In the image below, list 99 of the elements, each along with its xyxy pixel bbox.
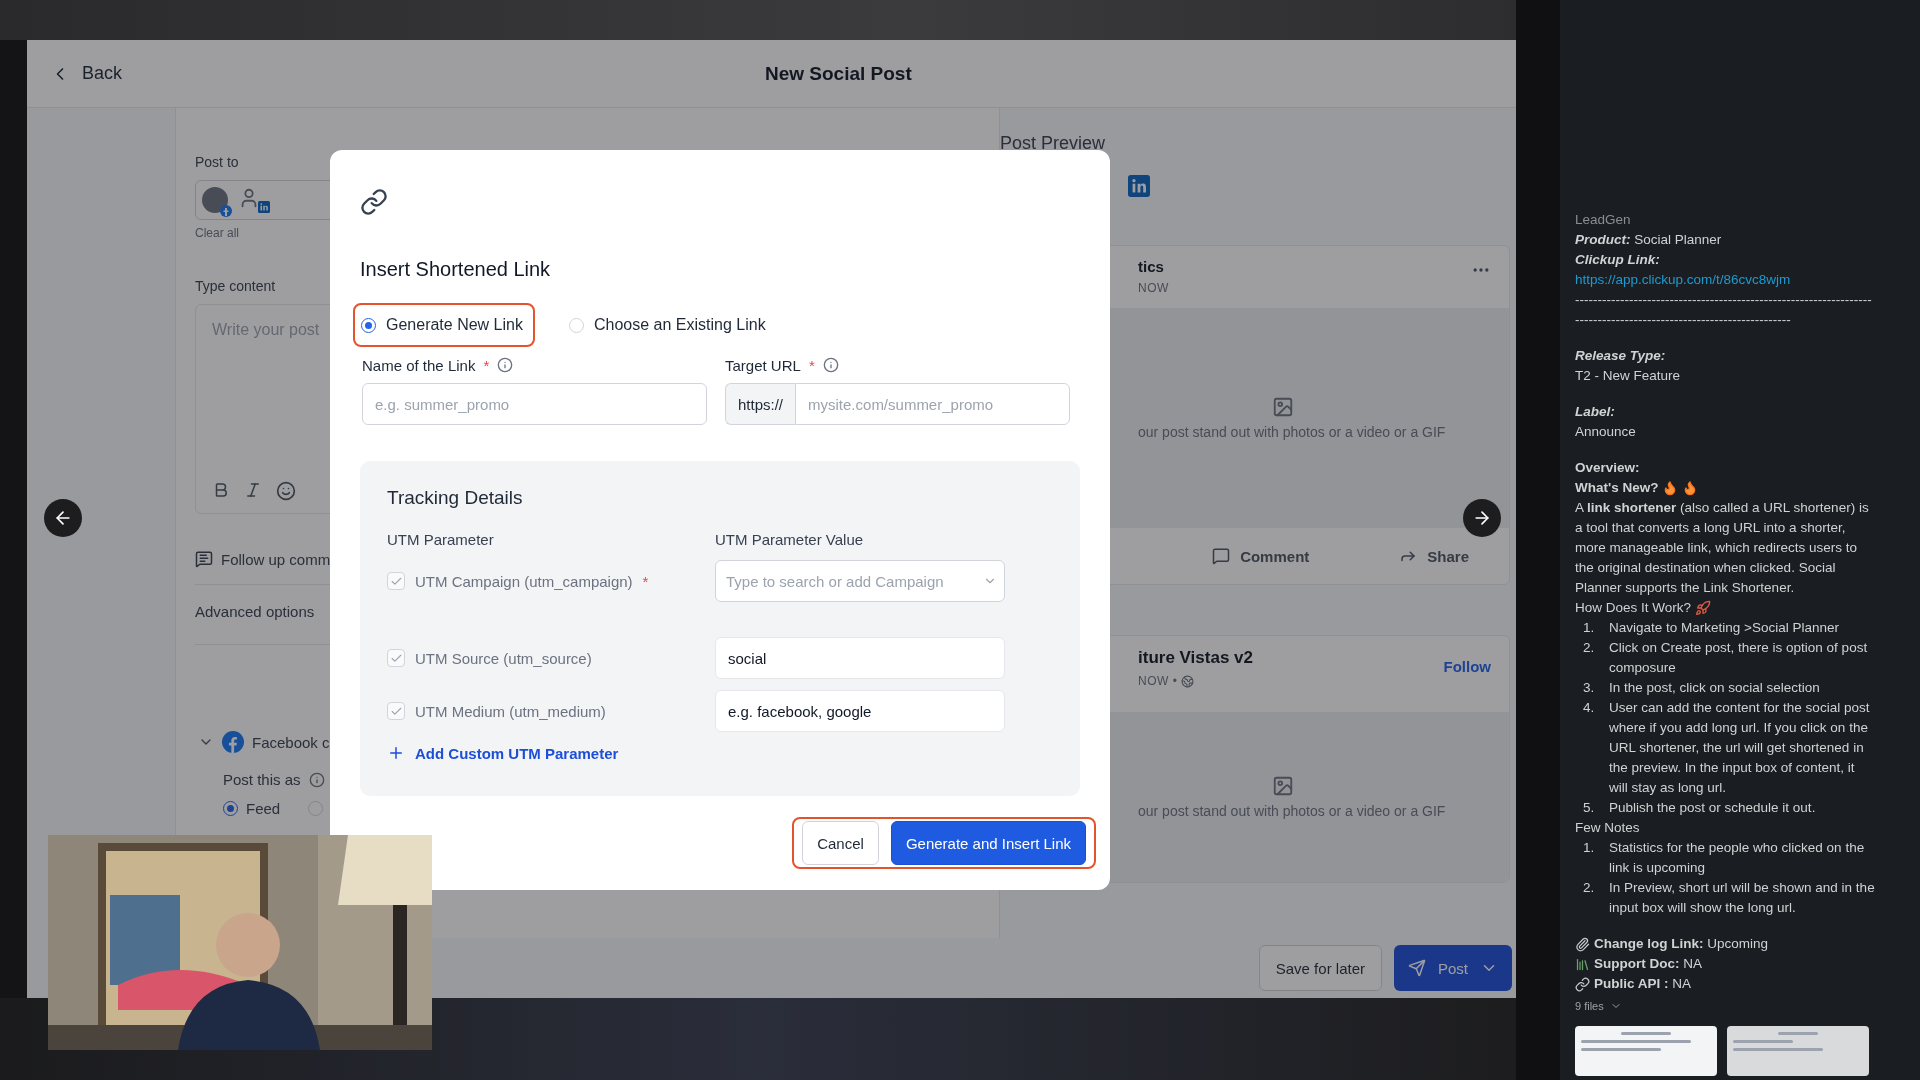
previous-button[interactable]	[44, 499, 82, 537]
list-text: In the post, click on social selection	[1609, 679, 1821, 697]
info-icon	[308, 771, 325, 788]
note-line: Clickup Link:	[1575, 251, 1661, 269]
list-text: Publish the post or schedule it out.	[1609, 799, 1817, 817]
post-time: NOW	[1138, 281, 1169, 295]
list-number: 4.	[1583, 699, 1596, 717]
generate-button[interactable]: Generate and Insert Link	[890, 821, 1086, 865]
note-line: Public API : NA	[1594, 975, 1692, 993]
list-text: Statistics for the people who clicked on the link is upcoming	[1609, 839, 1866, 877]
send-icon	[1408, 959, 1426, 977]
target-url-field[interactable]: mysite.com/summer_promo	[795, 383, 1070, 425]
emoji-icon[interactable]	[276, 481, 296, 501]
cancel-button[interactable]: Cancel	[802, 821, 879, 865]
list-number: 5.	[1583, 799, 1596, 817]
list-text: User can add the content for the social post where if you add long url. If you click on the URL shortener, the url will get shortened in the preview. In the input box of content, it will stay as long url.	[1609, 699, 1871, 797]
share-button[interactable]: Share	[1399, 547, 1469, 565]
required-mark: *	[642, 572, 649, 590]
link-icon	[1575, 976, 1590, 992]
note-line: Label:	[1575, 403, 1616, 421]
follow-up-option[interactable]: Follow up comm	[221, 550, 331, 568]
advanced-options-toggle[interactable]: Advanced options	[195, 603, 315, 620]
image-icon	[1272, 775, 1294, 797]
italic-icon[interactable]	[244, 481, 262, 499]
save-for-later-button[interactable]: Save for later	[1258, 945, 1382, 991]
field-label: Name of the Link	[362, 356, 476, 374]
facebook-icon	[222, 731, 244, 753]
panel-title: Tracking Details	[387, 487, 524, 509]
linkedin-badge-icon	[258, 201, 270, 213]
note-line: Announce	[1575, 423, 1637, 441]
column-header: UTM Parameter Value	[715, 531, 865, 548]
link-name-field[interactable]: e.g. summer_promo	[362, 383, 707, 425]
link-icon	[360, 188, 388, 216]
note-line: LeadGen	[1575, 211, 1632, 229]
link-mode-radio[interactable]: Generate New Link	[353, 303, 535, 347]
note-paragraph: A link shortener (also called a URL shortener) is a tool that converts a long URL into a shorter, more manageable link, which redirects users to the original destination when clicked. Social Planner supports the Link Shortener.	[1575, 499, 1870, 597]
section-title: Post Preview	[1000, 133, 1107, 153]
field-label: Type content	[195, 277, 276, 296]
note-line: T2 - New Feature	[1575, 367, 1682, 385]
note-line: Support Doc: NA	[1594, 955, 1703, 973]
list-text: Click on Create post, there is option of post composure	[1609, 639, 1869, 677]
speech-bubble-icon	[1212, 547, 1231, 565]
post-type-radio[interactable]: Feed	[223, 800, 281, 817]
list-number: 1.	[1583, 839, 1596, 857]
utm-label: UTM Source (utm_source)	[415, 649, 592, 667]
file-thumbnail[interactable]	[1727, 1026, 1869, 1076]
comment-icon	[195, 550, 213, 568]
list-number: 1.	[1583, 619, 1596, 637]
media-hint: our post stand out with photos or a video or a GIF	[1138, 424, 1447, 440]
column-header: UTM Parameter	[387, 531, 495, 548]
files-count: 9 files	[1575, 999, 1604, 1014]
note-line: How Does It Work?	[1575, 599, 1692, 617]
linkedin-icon	[1128, 175, 1150, 197]
list-number: 3.	[1583, 679, 1596, 697]
note-line: Release Type:	[1575, 347, 1667, 365]
page-title: New Social Post	[765, 62, 912, 85]
back-button[interactable]: Back	[50, 63, 123, 84]
field-label: Post to	[195, 153, 239, 172]
field-label: Post this as	[223, 771, 301, 788]
utm-label: UTM Medium (utm_medium)	[415, 702, 606, 720]
file-thumbnail[interactable]	[1575, 1026, 1717, 1076]
info-icon	[497, 357, 514, 373]
note-line: Product: Social Planner	[1575, 231, 1723, 249]
info-icon	[822, 357, 839, 373]
note-line: What's New?	[1575, 479, 1659, 497]
facebook-badge-icon	[220, 205, 232, 217]
comment-button[interactable]: Comment	[1212, 547, 1310, 565]
required-mark: *	[808, 356, 815, 374]
avatar	[202, 187, 228, 213]
dialog-title: Insert Shortened Link	[360, 258, 552, 281]
globe-icon	[1181, 674, 1195, 688]
note-line: ------------------------------------------------------------------------------------------------------------------	[1575, 291, 1873, 329]
post-time: NOW •	[1138, 674, 1178, 688]
utm-label: UTM Campaign (utm_campaign)	[415, 572, 633, 590]
rocket-icon	[1695, 600, 1712, 616]
field-label: Target URL	[725, 356, 801, 374]
required-mark: *	[483, 356, 490, 374]
list-number: 2.	[1583, 879, 1596, 897]
media-hint: our post stand out with photos or a video or a GIF	[1138, 803, 1447, 819]
list-text: Navigate to Marketing >Social Planner	[1609, 619, 1840, 637]
clickup-link[interactable]: https://app.clickup.com/t/86cvc8wjm	[1575, 270, 1875, 290]
follow-button[interactable]: Follow	[1443, 658, 1491, 675]
list-number: 2.	[1583, 639, 1596, 657]
image-icon	[1272, 396, 1294, 418]
account-name: tics	[1138, 258, 1165, 275]
add-parameter-link[interactable]: Add Custom UTM Parameter	[387, 744, 619, 762]
note-line: Change log Link: Upcoming	[1594, 935, 1769, 953]
plus-icon	[387, 744, 405, 762]
url-prefix: https://	[725, 383, 796, 425]
clear-all-link[interactable]: Clear all	[195, 226, 239, 240]
list-text: In Preview, short url will be shown and in the input box will show the long url.	[1609, 879, 1875, 917]
paperclip-icon	[1575, 936, 1590, 952]
post-button[interactable]: Post	[1394, 945, 1512, 991]
books-icon	[1575, 956, 1590, 972]
section-title: Facebook c	[252, 733, 330, 751]
note-line: Overview:	[1575, 459, 1641, 477]
note-line: Few Notes	[1575, 819, 1641, 837]
link-mode-radio[interactable]: Choose an Existing Link	[560, 303, 778, 347]
account-name: iture Vistas v2	[1138, 648, 1253, 668]
